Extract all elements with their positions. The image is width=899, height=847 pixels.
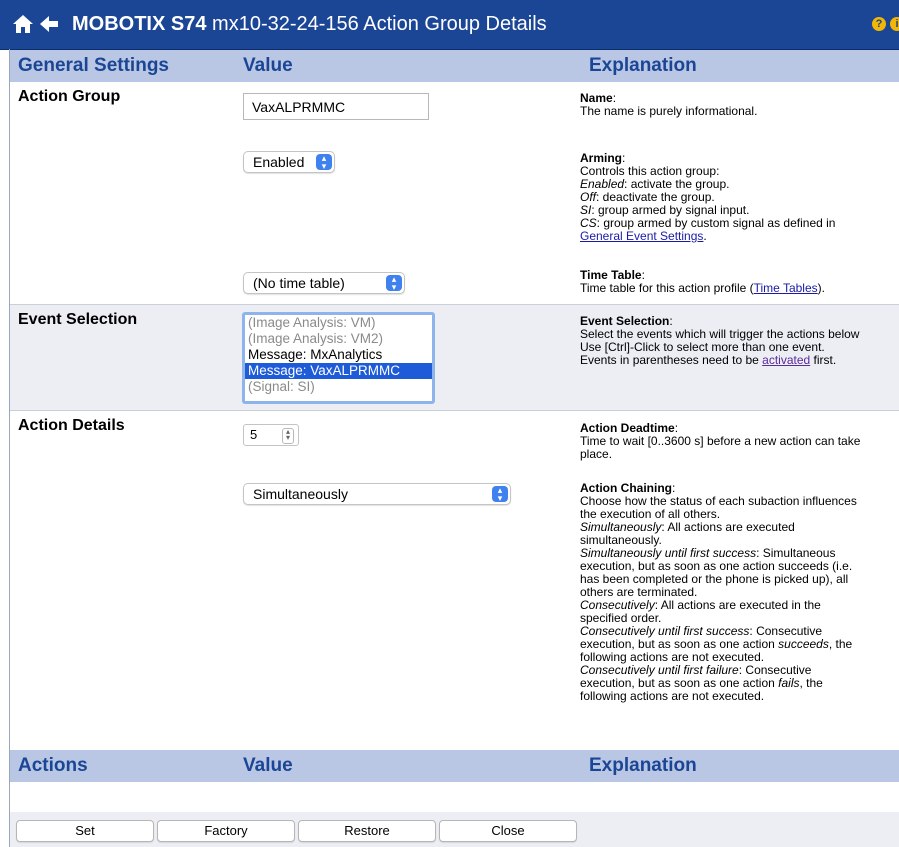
explanation-time-table: Time Table: Time table for this action p… — [580, 268, 825, 295]
factory-button[interactable]: Factory — [157, 820, 295, 842]
deadtime-value: 5 — [250, 427, 258, 442]
time-table-select-value: (No time table) — [253, 275, 345, 291]
select-arrows-icon: ▴ ▾ — [492, 486, 508, 503]
close-button[interactable]: Close — [439, 820, 577, 842]
page-title: MOBOTIX S74 mx10-32-24-156 Action Group … — [72, 12, 547, 36]
explanation-action-deadtime: Action Deadtime: Time to wait [0..3600 s… — [580, 421, 861, 461]
event-option[interactable]: (Signal: SI) — [245, 379, 432, 395]
general-event-settings-link[interactable]: General Event Settings — [580, 229, 703, 243]
explanation-action-chaining: Action Chaining: Choose how the status o… — [580, 481, 857, 703]
action-group-name-input[interactable]: VaxALPRMMC — [243, 93, 429, 120]
back-arrow-icon[interactable] — [39, 14, 59, 34]
action-deadtime-stepper[interactable]: 5 ▴ ▾ — [243, 424, 299, 446]
row-label-action-details: Action Details — [18, 417, 125, 434]
event-selection-listbox[interactable]: (Image Analysis: VM) (Image Analysis: VM… — [242, 312, 435, 404]
event-option[interactable]: (Image Analysis: VM) — [245, 315, 432, 331]
section-header-actions: Actions Value Explanation — [10, 750, 899, 782]
explanation-arming: Arming: Controls this action group: Enab… — [580, 151, 836, 243]
stepper-arrows-icon[interactable]: ▴ ▾ — [282, 428, 294, 444]
help-icon[interactable]: ? — [872, 17, 886, 31]
header-general-settings: General Settings — [18, 55, 169, 76]
title-bar: MOBOTIX S74 mx10-32-24-156 Action Group … — [0, 0, 899, 50]
header-actions: Actions — [18, 755, 88, 776]
time-tables-link[interactable]: Time Tables — [754, 281, 818, 295]
header-value: Value — [243, 755, 293, 776]
event-option-selected[interactable]: Message: VaxALPRMMC — [245, 363, 432, 379]
set-button[interactable]: Set — [16, 820, 154, 842]
action-chaining-select[interactable]: Simultaneously ▴ ▾ — [243, 483, 511, 505]
info-icon[interactable]: i — [890, 17, 899, 31]
action-chaining-select-value: Simultaneously — [253, 486, 348, 502]
select-arrows-icon: ▴ ▾ — [316, 154, 332, 171]
header-value: Value — [243, 55, 293, 76]
home-icon[interactable] — [12, 13, 34, 35]
header-explanation: Explanation — [589, 755, 697, 776]
event-option[interactable]: (Image Analysis: VM2) — [245, 331, 432, 347]
activated-link[interactable]: activated — [762, 353, 810, 367]
arming-select[interactable]: Enabled ▴ ▾ — [243, 151, 335, 173]
arming-select-value: Enabled — [253, 154, 305, 170]
select-arrows-icon: ▴ ▾ — [386, 275, 402, 292]
explanation-event-selection: Event Selection: Select the events which… — [580, 314, 860, 367]
page-subtitle: mx10-32-24-156 Action Group Details — [212, 13, 547, 35]
header-explanation: Explanation — [589, 55, 697, 76]
row-label-action-group: Action Group — [18, 88, 121, 105]
restore-button[interactable]: Restore — [298, 820, 436, 842]
time-table-select[interactable]: (No time table) ▴ ▾ — [243, 272, 405, 294]
section-header-general: General Settings Value Explanation — [10, 50, 899, 82]
event-option[interactable]: Message: MxAnalytics — [245, 347, 432, 363]
explanation-name: Name: The name is purely informational. — [580, 91, 758, 118]
brand-label: MOBOTIX S74 — [72, 13, 207, 35]
row-label-event-selection: Event Selection — [18, 311, 138, 328]
